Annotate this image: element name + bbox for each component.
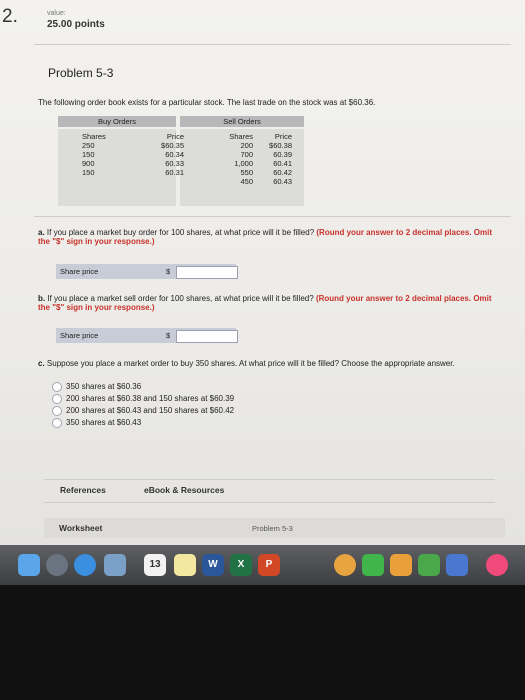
option-2[interactable]: 200 shares at $60.38 and 150 shares at $…	[52, 393, 234, 405]
option-3[interactable]: 200 shares at $60.43 and 150 shares at $…	[52, 405, 234, 417]
table-cell: 250	[82, 141, 95, 150]
option-label: 350 shares at $60.43	[66, 418, 142, 427]
table-cell: 200	[240, 141, 253, 150]
table-cell: 60.31	[165, 168, 184, 177]
answer-label: Share price	[60, 267, 99, 276]
keynote-icon[interactable]	[446, 554, 468, 576]
divider	[34, 216, 511, 217]
radio-button[interactable]	[52, 417, 62, 428]
answer-options: 350 shares at $60.36 200 shares at $60.3…	[52, 381, 234, 429]
desk-background	[0, 585, 525, 700]
question-letter: a.	[38, 228, 45, 237]
order-book-table: Buy Orders Sell Orders Shares 250 150 90…	[58, 116, 304, 206]
dock: 13 W X P	[0, 545, 525, 585]
divider	[34, 44, 511, 45]
sell-orders-header: Sell Orders	[180, 116, 304, 127]
sell-price-column: Price $60.38 60.39 60.41 60.42 60.43	[258, 132, 292, 186]
buy-orders-header: Buy Orders	[58, 116, 176, 127]
table-cell: 900	[82, 159, 95, 168]
table-cell: 450	[240, 177, 253, 186]
answer-row-a: Share price $	[56, 264, 238, 279]
question-letter: b.	[38, 294, 46, 303]
radio-button[interactable]	[52, 381, 62, 392]
problem-name: Problem 5-3	[252, 524, 293, 533]
option-4[interactable]: 350 shares at $60.43	[52, 417, 234, 429]
question-number: 2.	[2, 6, 18, 27]
notes-icon[interactable]	[174, 554, 196, 576]
question-c: c. Suppose you place a market order to b…	[38, 359, 478, 368]
table-cell: 700	[240, 150, 253, 159]
photos-icon[interactable]	[334, 554, 356, 576]
buy-price-column: Price $60.35 60.34 60.33 60.31	[144, 132, 184, 177]
option-label: 200 shares at $60.38 and 150 shares at $…	[66, 394, 235, 403]
question-b: b. If you place a market sell order for …	[38, 294, 498, 312]
worksheet-button[interactable]: Worksheet	[59, 523, 102, 533]
value-label: value:	[47, 10, 66, 17]
answer-label: Share price	[60, 331, 99, 340]
table-cell: 150	[82, 150, 95, 159]
table-cell: 60.41	[273, 159, 292, 168]
table-cell: $60.38	[269, 141, 292, 150]
safari-icon[interactable]	[74, 554, 96, 576]
ebook-resources-button[interactable]: eBook & Resources	[144, 485, 224, 495]
preview-icon[interactable]	[104, 554, 126, 576]
sell-shares-column: Shares 200 700 1,000 550 450	[215, 132, 253, 186]
table-cell: 1,000	[234, 159, 253, 168]
buy-shares-column: Shares 250 150 900 150	[82, 132, 106, 177]
points-value: 25.00 points	[47, 19, 105, 30]
table-cell: 60.34	[165, 150, 184, 159]
option-1[interactable]: 350 shares at $60.36	[52, 381, 234, 393]
itunes-icon[interactable]	[486, 554, 508, 576]
radio-button[interactable]	[52, 393, 62, 404]
table-cell: $60.35	[161, 141, 184, 150]
question-text: If you place a market sell order for 100…	[47, 294, 314, 303]
problem-intro: The following order book exists for a pa…	[38, 98, 376, 107]
table-cell: 150	[82, 168, 95, 177]
table-cell: 60.42	[273, 168, 292, 177]
question-text: Suppose you place a market order to buy …	[46, 359, 455, 368]
finder-icon[interactable]	[18, 554, 40, 576]
table-cell: 60.43	[273, 177, 292, 186]
answer-row-b: Share price $	[56, 328, 238, 343]
option-label: 350 shares at $60.36	[66, 382, 142, 391]
table-cell: 60.33	[165, 159, 184, 168]
launchpad-icon[interactable]	[46, 554, 68, 576]
references-button[interactable]: References	[60, 485, 106, 495]
pages-icon[interactable]	[390, 554, 412, 576]
column-header: Price	[166, 132, 184, 141]
column-header: Shares	[229, 132, 253, 141]
worksheet-bar: Worksheet Problem 5-3	[44, 518, 505, 538]
question-text: If you place a market buy order for 100 …	[46, 228, 315, 237]
share-price-input-b[interactable]	[176, 330, 238, 343]
excel-icon[interactable]: X	[230, 554, 252, 576]
question-letter: c.	[38, 359, 45, 368]
table-cell: 550	[240, 168, 253, 177]
facetime-icon[interactable]	[362, 554, 384, 576]
assignment-page: 2. value: 25.00 points Problem 5-3 The f…	[0, 0, 525, 545]
share-price-input-a[interactable]	[176, 266, 238, 279]
currency-sign: $	[166, 331, 171, 340]
currency-sign: $	[166, 267, 171, 276]
resources-bar: References eBook & Resources	[44, 479, 495, 503]
problem-title: Problem 5-3	[48, 66, 114, 80]
powerpoint-icon[interactable]: P	[258, 554, 280, 576]
column-header: Price	[274, 132, 292, 141]
calendar-icon[interactable]: 13	[144, 554, 166, 576]
numbers-icon[interactable]	[418, 554, 440, 576]
radio-button[interactable]	[52, 405, 62, 416]
word-icon[interactable]: W	[202, 554, 224, 576]
question-a: a. If you place a market buy order for 1…	[38, 228, 498, 246]
table-cell: 60.39	[273, 150, 292, 159]
column-header: Shares	[82, 132, 106, 141]
option-label: 200 shares at $60.43 and 150 shares at $…	[66, 406, 235, 415]
